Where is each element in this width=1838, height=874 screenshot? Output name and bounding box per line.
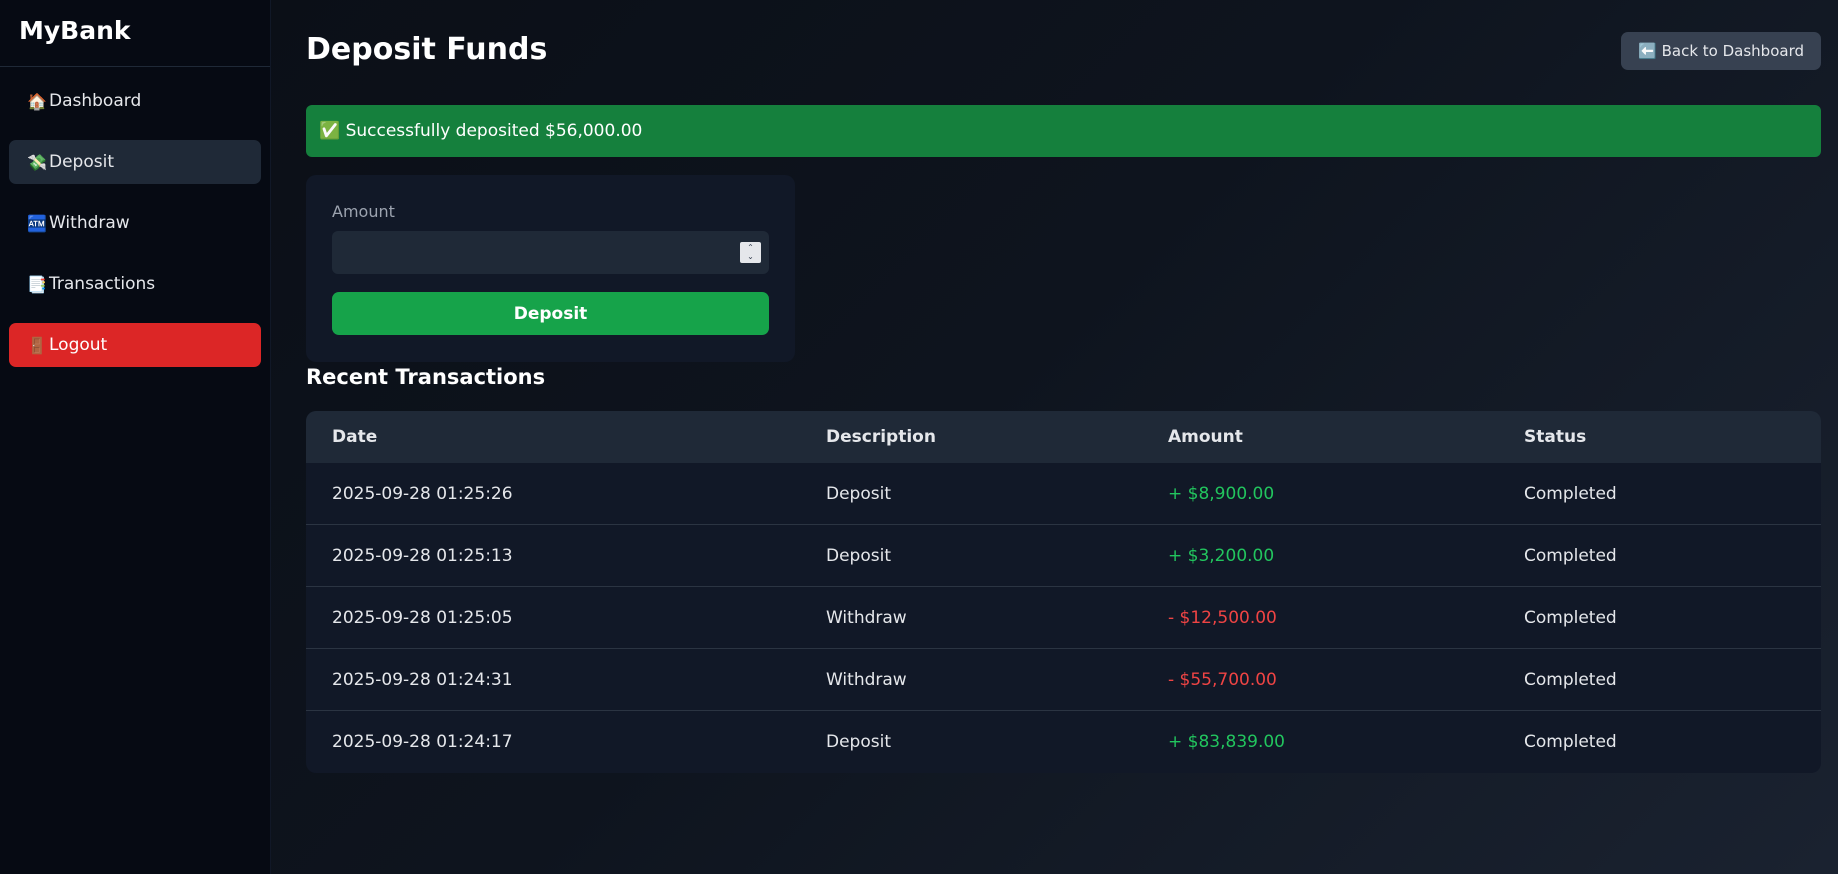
column-header-amount: Amount xyxy=(1168,427,1243,447)
cell-description: Withdraw xyxy=(826,607,907,628)
deposit-form: Amount ⌃ ⌄ Deposit xyxy=(306,175,795,362)
column-header-date: Date xyxy=(332,427,378,447)
brand-logo: MyBank xyxy=(0,0,270,67)
atm-icon: 🏧 xyxy=(27,213,47,233)
table-row: 2025-09-28 01:24:17 Deposit + $83,839.00… xyxy=(306,711,1821,773)
table-row: 2025-09-28 01:25:05 Withdraw - $12,500.0… xyxy=(306,587,1821,649)
main-content: Deposit Funds ⬅️ Back to Dashboard ✅ Suc… xyxy=(271,0,1838,874)
cell-status: Completed xyxy=(1524,483,1617,504)
deposit-button[interactable]: Deposit xyxy=(332,292,769,335)
table-header: Date Description Amount Status xyxy=(306,411,1821,463)
cell-amount: + $3,200.00 xyxy=(1168,545,1275,566)
cell-status: Completed xyxy=(1524,669,1617,690)
back-to-dashboard-button[interactable]: ⬅️ Back to Dashboard xyxy=(1621,32,1821,70)
house-icon: 🏠 xyxy=(27,91,47,111)
cell-amount: + $8,900.00 xyxy=(1168,483,1275,504)
column-header-description: Description xyxy=(826,427,936,447)
sidebar-item-label: Transactions xyxy=(49,274,156,294)
cell-status: Completed xyxy=(1524,607,1617,628)
cell-amount: - $55,700.00 xyxy=(1168,669,1277,690)
sidebar-item-label: Withdraw xyxy=(49,213,130,233)
door-icon: 🚪 xyxy=(27,335,47,355)
transactions-table: Date Description Amount Status 2025-09-2… xyxy=(306,411,1821,773)
sidebar-item-label: Deposit xyxy=(49,152,114,172)
bookmark-tabs-icon: 📑 xyxy=(27,274,47,294)
cell-description: Deposit xyxy=(826,545,891,566)
sidebar-nav: 🏠 Dashboard 💸 Deposit 🏧 Withdraw 📑 Trans… xyxy=(0,67,270,367)
cell-status: Completed xyxy=(1524,545,1617,566)
cell-date: 2025-09-28 01:24:17 xyxy=(332,732,513,752)
amount-input[interactable]: ⌃ ⌄ xyxy=(332,231,769,274)
cell-date: 2025-09-28 01:24:31 xyxy=(332,669,513,690)
cell-description: Deposit xyxy=(826,732,891,752)
cell-status: Completed xyxy=(1524,732,1617,752)
page-title: Deposit Funds xyxy=(306,32,548,67)
number-spinner-icon[interactable]: ⌃ ⌄ xyxy=(740,242,761,263)
cell-date: 2025-09-28 01:25:13 xyxy=(332,545,513,566)
money-wings-icon: 💸 xyxy=(27,152,47,172)
sidebar-item-dashboard[interactable]: 🏠 Dashboard xyxy=(9,79,261,123)
cell-amount: - $12,500.00 xyxy=(1168,607,1277,628)
column-header-status: Status xyxy=(1524,427,1587,447)
cell-amount: + $83,839.00 xyxy=(1168,732,1285,752)
cell-description: Deposit xyxy=(826,483,891,504)
sidebar-item-transactions[interactable]: 📑 Transactions xyxy=(9,262,261,306)
table-row: 2025-09-28 01:25:13 Deposit + $3,200.00 … xyxy=(306,525,1821,587)
success-alert: ✅ Successfully deposited $56,000.00 xyxy=(306,105,1821,157)
cell-date: 2025-09-28 01:25:05 xyxy=(332,607,513,628)
sidebar: MyBank 🏠 Dashboard 💸 Deposit 🏧 Withdraw … xyxy=(0,0,271,874)
sidebar-item-deposit[interactable]: 💸 Deposit xyxy=(9,140,261,184)
cell-date: 2025-09-28 01:25:26 xyxy=(332,483,513,504)
table-row: 2025-09-28 01:24:31 Withdraw - $55,700.0… xyxy=(306,649,1821,711)
logout-button[interactable]: 🚪 Logout xyxy=(9,323,261,367)
sidebar-item-label: Dashboard xyxy=(49,91,142,111)
amount-label: Amount xyxy=(332,202,395,221)
table-row: 2025-09-28 01:25:26 Deposit + $8,900.00 … xyxy=(306,463,1821,525)
cell-description: Withdraw xyxy=(826,669,907,690)
sidebar-item-label: Logout xyxy=(49,335,108,355)
sidebar-item-withdraw[interactable]: 🏧 Withdraw xyxy=(9,201,261,245)
recent-transactions-title: Recent Transactions xyxy=(306,365,546,389)
